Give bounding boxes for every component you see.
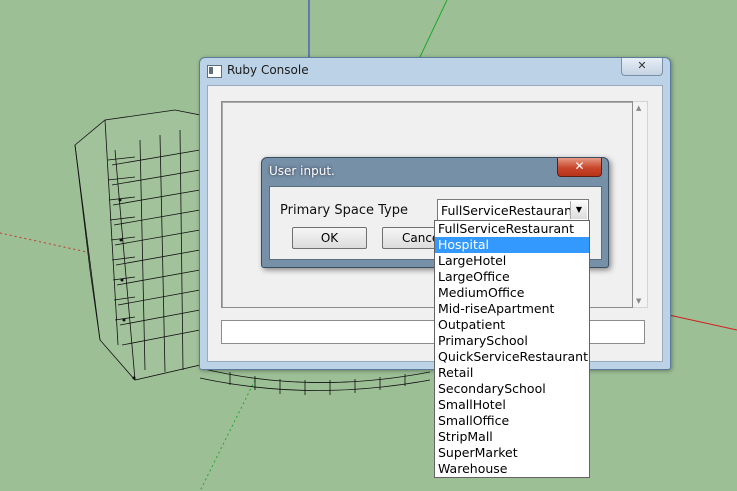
dropdown-option[interactable]: PrimarySchool	[435, 333, 589, 349]
primary-space-type-label: Primary Space Type	[280, 203, 408, 218]
close-icon: ✕	[637, 59, 647, 72]
combobox-selected-value: FullServiceRestaurant	[441, 203, 578, 218]
dropdown-option[interactable]: SmallOffice	[435, 413, 589, 429]
dropdown-option[interactable]: Mid-riseApartment	[435, 301, 589, 317]
dropdown-option-highlighted[interactable]: Hospital	[435, 237, 589, 253]
dropdown-option[interactable]: StripMall	[435, 429, 589, 445]
dropdown-option[interactable]: LargeOffice	[435, 269, 589, 285]
dropdown-option[interactable]: SuperMarket	[435, 445, 589, 461]
dropdown-option[interactable]: Outpatient	[435, 317, 589, 333]
dropdown-option[interactable]: Warehouse	[435, 461, 589, 477]
cancel-button[interactable]: Cancel	[382, 227, 442, 249]
dropdown-option[interactable]: Retail	[435, 365, 589, 381]
green-axis-dashed	[199, 379, 256, 491]
chevron-down-icon[interactable]: ▼	[570, 201, 587, 219]
space-type-dropdown-list[interactable]: FullServiceRestaurant Hospital LargeHote…	[434, 220, 590, 478]
ruby-console-close-button[interactable]: ✕	[621, 58, 663, 76]
dropdown-option[interactable]: FullServiceRestaurant	[435, 221, 589, 237]
scroll-down-arrow-icon[interactable]: ▼	[636, 297, 641, 305]
ok-button[interactable]: OK	[292, 227, 367, 249]
dropdown-option[interactable]: SecondarySchool	[435, 381, 589, 397]
dropdown-option[interactable]: MediumOffice	[435, 285, 589, 301]
user-input-dialog-title: User input.	[269, 164, 335, 178]
ruby-console-title: Ruby Console	[227, 63, 309, 77]
console-output-scrollbar[interactable]: ▲ ▼	[633, 101, 648, 308]
red-axis	[668, 314, 737, 331]
primary-space-type-combobox[interactable]: FullServiceRestaurant ▼	[437, 199, 589, 221]
dropdown-option[interactable]: LargeHotel	[435, 253, 589, 269]
user-input-dialog-close-button[interactable]: ✕	[557, 158, 602, 177]
scroll-up-arrow-icon[interactable]: ▲	[636, 104, 641, 112]
green-axis	[419, 0, 448, 58]
ruby-console-titlebar[interactable]: Ruby Console ✕	[200, 58, 670, 84]
dropdown-option[interactable]: SmallHotel	[435, 397, 589, 413]
dropdown-option[interactable]: QuickServiceRestaurant	[435, 349, 589, 365]
close-icon: ✕	[574, 159, 585, 173]
window-app-icon	[207, 65, 222, 78]
